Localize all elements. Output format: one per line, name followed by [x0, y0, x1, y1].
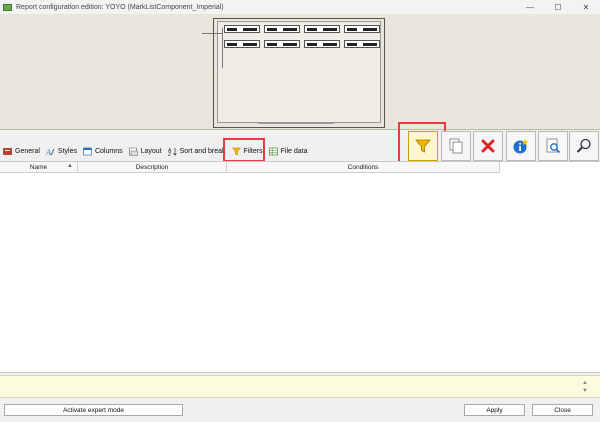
- columns-icon: [83, 147, 92, 156]
- app-icon: [3, 3, 12, 11]
- apply-button[interactable]: Apply: [464, 404, 525, 416]
- preview-block: [344, 25, 380, 33]
- preview-block: [264, 25, 300, 33]
- filters-tab-highlight: [223, 138, 265, 162]
- maximize-button[interactable]: ☐: [544, 0, 572, 14]
- delete-button[interactable]: [473, 131, 503, 161]
- page-preview-inner: [217, 21, 381, 123]
- tab-label: Styles: [57, 147, 77, 155]
- column-header-name[interactable]: Name ▲: [0, 162, 78, 172]
- tab-columns[interactable]: Columns: [83, 147, 123, 156]
- column-header-description[interactable]: Description: [78, 162, 227, 172]
- preview-block: [304, 25, 340, 33]
- title-bar: Report configuration edition: YOYO (Mark…: [0, 0, 600, 14]
- tab-label: General: [15, 147, 40, 155]
- svg-text:A: A: [46, 148, 51, 156]
- filter-icon: [415, 139, 431, 153]
- table-header: Name ▲ Description Conditions: [0, 162, 500, 173]
- minimize-button[interactable]: —: [516, 0, 544, 14]
- footer-bar: Activate expert mode Apply Close: [0, 400, 600, 422]
- tab-label: Sort and break: [179, 147, 226, 155]
- preview-block: [224, 25, 260, 33]
- close-window-button[interactable]: ✕: [572, 0, 600, 14]
- scroll-up-icon[interactable]: ▲: [582, 380, 588, 386]
- tab-sort-and-break[interactable]: AZ Sort and break: [168, 147, 226, 156]
- preview-block: [344, 40, 380, 48]
- filters-table[interactable]: Name ▲ Description Conditions: [0, 161, 600, 373]
- sort-ascending-icon: ▲: [67, 163, 73, 169]
- layout-icon: [128, 147, 138, 156]
- preview-scrollbar[interactable]: [258, 122, 334, 124]
- page-preview[interactable]: [213, 18, 385, 128]
- svg-text:Z: Z: [168, 152, 171, 156]
- copy-icon: [449, 138, 463, 154]
- scroll-down-icon[interactable]: ▼: [582, 388, 588, 394]
- sort-icon: AZ: [168, 147, 177, 156]
- add-filter-button[interactable]: [408, 131, 438, 161]
- preview-block: [304, 40, 340, 48]
- tab-bar: General A Styles Columns Layout AZ Sort …: [3, 144, 313, 158]
- tab-styles[interactable]: A Styles: [46, 147, 77, 156]
- tab-layout[interactable]: Layout: [128, 147, 162, 156]
- info-panel: ▲ ▼: [0, 375, 600, 398]
- tab-general[interactable]: General: [3, 147, 40, 156]
- preview-guide-line: [202, 33, 222, 34]
- preview-block: [224, 40, 260, 48]
- delete-icon: [481, 139, 495, 153]
- tab-label: Layout: [140, 147, 162, 155]
- search-icon: [576, 138, 591, 153]
- styles-icon: A: [46, 147, 55, 156]
- tab-file-data[interactable]: File data: [268, 147, 308, 156]
- info-button[interactable]: [506, 131, 536, 161]
- preview-icon: [546, 138, 561, 154]
- preview-guide-line: [222, 28, 223, 68]
- activate-expert-mode-button[interactable]: Activate expert mode: [4, 404, 183, 416]
- copy-button[interactable]: [441, 131, 471, 161]
- info-icon: [513, 139, 528, 154]
- close-button[interactable]: Close: [532, 404, 593, 416]
- column-header-conditions[interactable]: Conditions: [227, 162, 500, 172]
- tab-label: Columns: [94, 147, 123, 155]
- report-preview-area[interactable]: [0, 14, 600, 130]
- preview-button[interactable]: [538, 131, 568, 161]
- tab-label: File data: [280, 147, 308, 155]
- file-data-icon: [268, 147, 278, 156]
- window-title: Report configuration edition: YOYO (Mark…: [16, 3, 224, 11]
- general-icon: [3, 147, 12, 156]
- search-button[interactable]: [569, 131, 599, 161]
- window-controls: — ☐ ✕: [516, 0, 600, 14]
- preview-block: [264, 40, 300, 48]
